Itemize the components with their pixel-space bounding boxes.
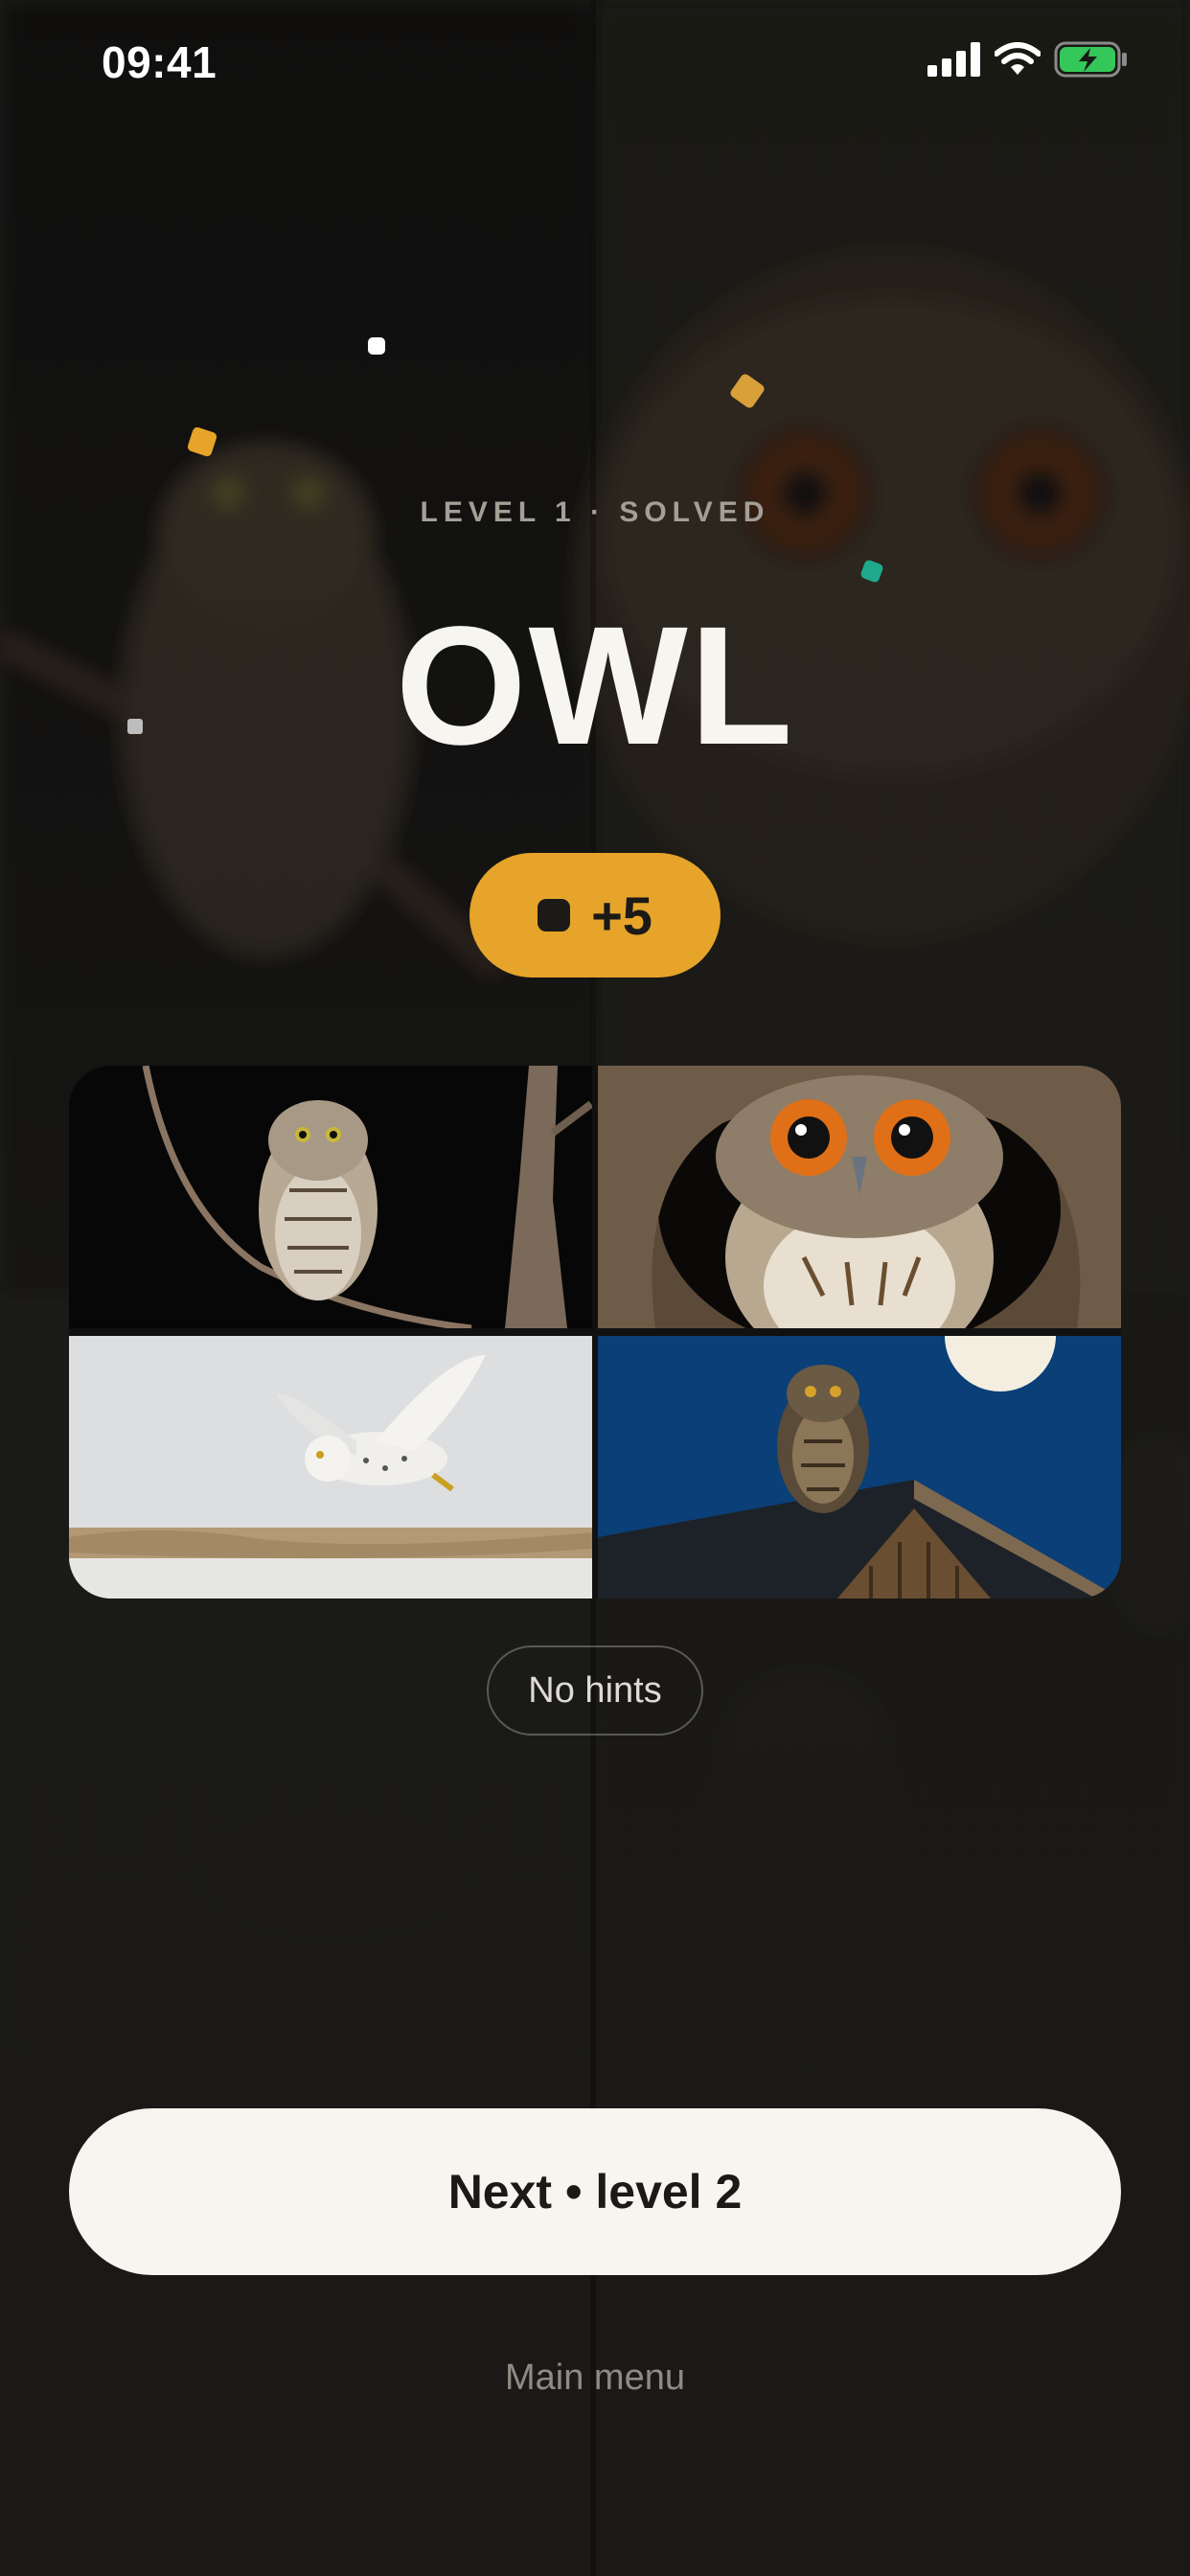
- photo-owl-on-roof-under-moon: [598, 1336, 1121, 1598]
- status-icons: [927, 40, 1129, 82]
- wifi-icon: [994, 42, 1041, 80]
- hints-chip: No hints: [487, 1645, 703, 1736]
- answer-word: OWL: [395, 592, 795, 780]
- status-time: 09:41: [102, 37, 217, 87]
- photo-snowy-owl-flying: [69, 1336, 592, 1598]
- confetti-piece: [368, 337, 385, 355]
- photo-barred-owl-on-branch: [69, 1066, 592, 1328]
- reward-amount: +5: [591, 885, 652, 946]
- photo-grid: [69, 1066, 1121, 1598]
- status-bar: 09:41: [0, 0, 1190, 128]
- coin-icon: [538, 899, 571, 932]
- battery-charging-icon: [1054, 40, 1129, 82]
- cellular-signal-icon: [927, 42, 981, 80]
- level-status-label: LEVEL 1 · SOLVED: [420, 496, 770, 528]
- photo-owl-in-tree-hollow: [598, 1066, 1121, 1328]
- reward-badge: +5: [469, 853, 721, 978]
- main-menu-link[interactable]: Main menu: [0, 2358, 1190, 2399]
- next-level-button[interactable]: Next • level 2: [69, 2108, 1121, 2275]
